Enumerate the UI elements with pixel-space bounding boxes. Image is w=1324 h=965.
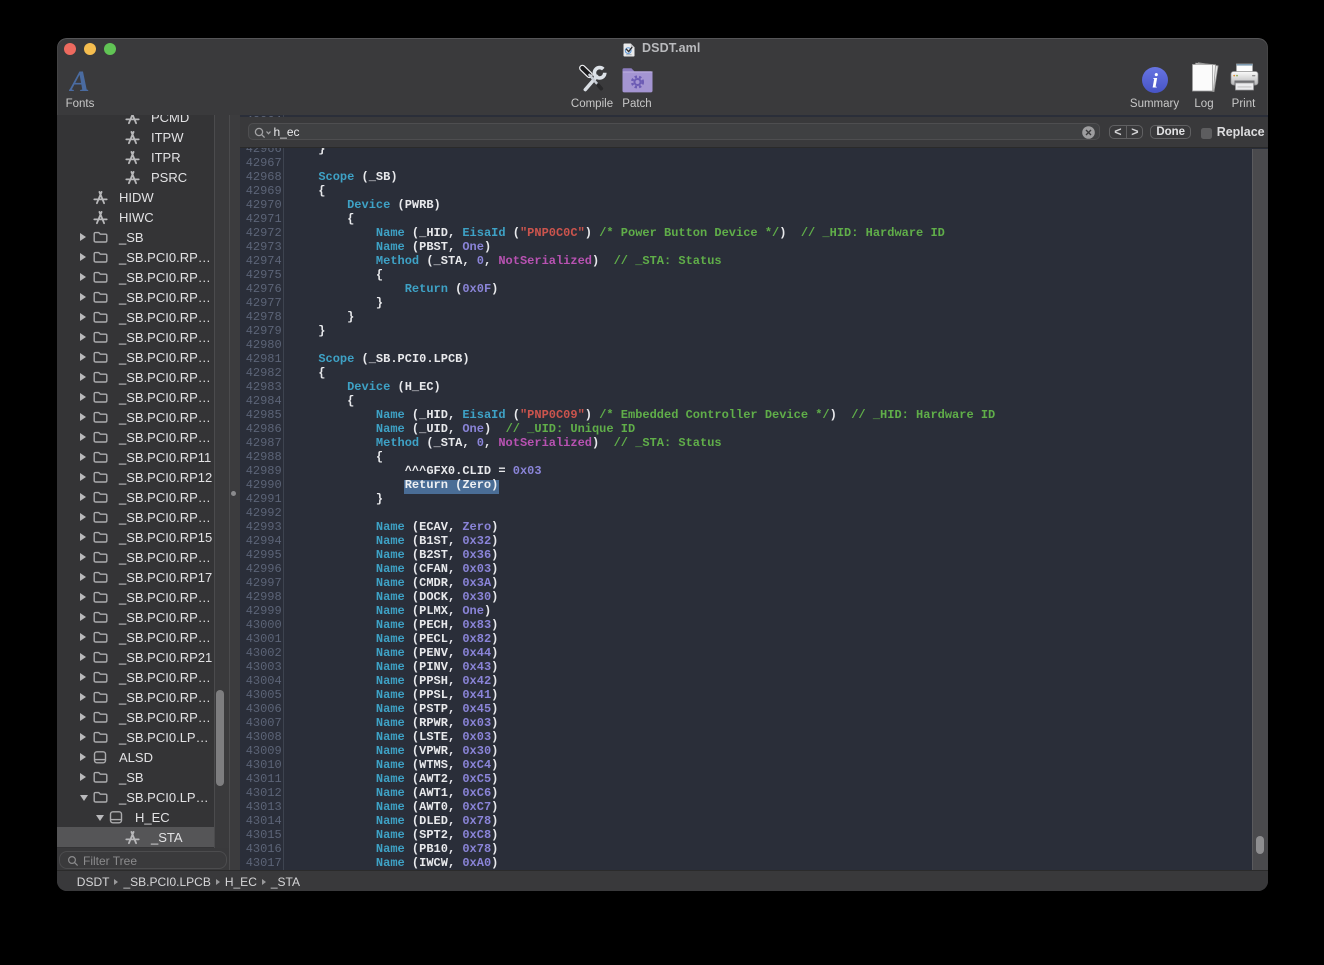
svg-text:i: i <box>1152 68 1158 92</box>
svg-text:A: A <box>69 68 90 94</box>
